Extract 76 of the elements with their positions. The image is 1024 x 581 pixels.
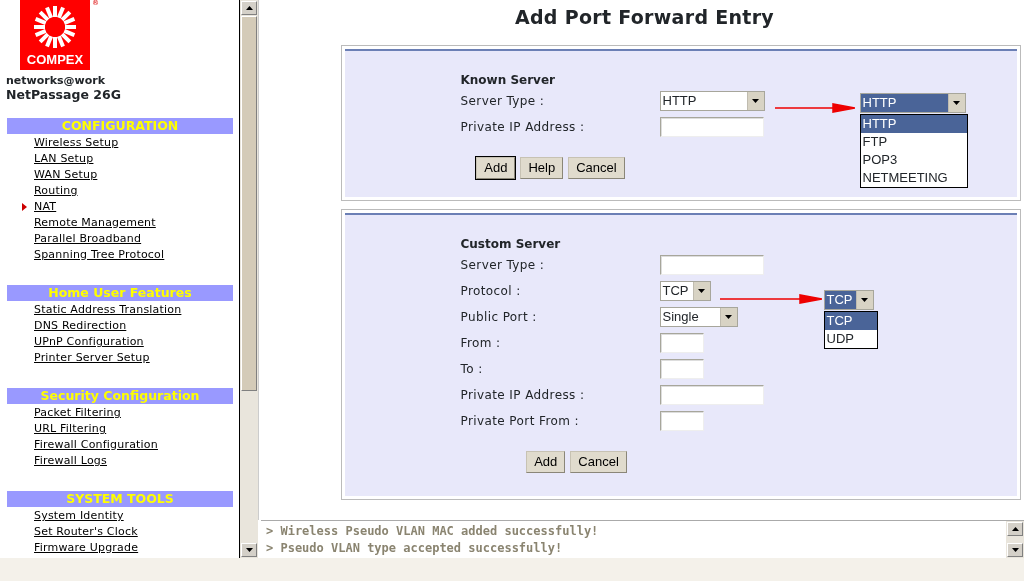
scroll-down-icon: [245, 548, 253, 552]
form-button[interactable]: Help: [520, 157, 564, 179]
nav-link[interactable]: WAN Setup: [34, 168, 98, 182]
product-name: NetPassage 26G: [6, 87, 122, 103]
select-field[interactable]: TCP: [659, 281, 711, 301]
input-field[interactable]: [659, 117, 764, 137]
dropdown-option[interactable]: POP3: [860, 151, 967, 169]
form-button[interactable]: Add: [526, 451, 566, 473]
nav-link[interactable]: Firewall Logs: [34, 454, 107, 468]
nav-link[interactable]: Firmware Upgrade: [34, 541, 139, 555]
form-button[interactable]: Cancel: [570, 451, 627, 473]
dropdown-arrow-icon: [861, 298, 868, 302]
nav-link[interactable]: Spanning Tree Protocol: [34, 248, 165, 262]
dropdown-arrow-icon: [953, 101, 960, 105]
dropdown-option[interactable]: HTTP: [860, 115, 967, 133]
field-label: Server Type :: [460, 93, 546, 110]
field-label: Public Port :: [460, 309, 538, 326]
nav-link[interactable]: LAN Setup: [34, 152, 94, 166]
input-field[interactable]: [659, 385, 764, 405]
scroll-down-icon: [1011, 548, 1019, 552]
nav-link[interactable]: Static Address Translation: [34, 303, 182, 317]
section-header: SYSTEM TOOLS: [7, 491, 233, 507]
section-title: Custom Server: [460, 237, 562, 251]
nav-link[interactable]: Remote Management: [34, 216, 156, 230]
log-line: > Pseudo VLAN type accepted successfully!: [266, 540, 564, 557]
section-header: Security Configuration: [7, 388, 233, 404]
nav-link[interactable]: Parallel Broadband: [34, 232, 142, 246]
scroll-up-icon: [1011, 527, 1019, 531]
dropdown-option[interactable]: FTP: [860, 133, 967, 151]
section-title: Known Server: [460, 73, 556, 87]
input-field[interactable]: [659, 255, 764, 275]
dropdown-option[interactable]: UDP: [824, 330, 877, 348]
nav-link[interactable]: Firewall Configuration: [34, 438, 158, 452]
open-select-field[interactable]: TCP: [823, 290, 874, 310]
log-line: > Wireless Pseudo VLAN MAC added successfully!: [266, 523, 600, 540]
form-button[interactable]: Cancel: [568, 157, 625, 179]
field-label: Private IP Address :: [460, 119, 586, 136]
form-button[interactable]: Add: [476, 157, 516, 179]
nav-link[interactable]: Routing: [34, 184, 78, 198]
nav-link[interactable]: System Identity: [34, 509, 124, 523]
nav-link[interactable]: Wireless Setup: [34, 136, 119, 150]
nav-link[interactable]: NAT: [34, 200, 57, 214]
nav-link[interactable]: Set Router's Clock: [34, 525, 138, 539]
dropdown-arrow-icon: [752, 99, 759, 103]
logo-text: COMPEX: [26, 53, 84, 67]
nav-link[interactable]: UPnP Configuration: [34, 335, 144, 349]
dropdown-arrow-icon: [698, 289, 705, 293]
field-label: To :: [460, 361, 484, 378]
input-field[interactable]: [659, 359, 704, 379]
tagline: networks@work: [6, 74, 107, 87]
field-label: Server Type :: [460, 257, 546, 274]
field-label: Private Port From :: [460, 413, 580, 430]
nav-link[interactable]: Printer Server Setup: [34, 351, 150, 365]
input-field[interactable]: [659, 333, 704, 353]
page-title: Add Port Forward Entry: [514, 5, 775, 29]
field-label: From :: [460, 335, 502, 352]
dropdown-arrow-icon: [725, 315, 732, 319]
nav-link[interactable]: DNS Redirection: [34, 319, 127, 333]
input-field[interactable]: [659, 411, 704, 431]
log-scrollbar[interactable]: [1006, 521, 1024, 558]
nav-link[interactable]: URL Filtering: [34, 422, 107, 436]
section-header: CONFIGURATION: [7, 118, 233, 134]
field-label: Protocol :: [460, 283, 522, 300]
select-field[interactable]: HTTP: [659, 91, 765, 111]
arrow-icon: [774, 102, 855, 113]
sunburst-icon: [33, 5, 77, 49]
scroll-up-icon: [245, 6, 253, 10]
nav-link[interactable]: Packet Filtering: [34, 406, 121, 420]
dropdown-option[interactable]: NETMEETING: [860, 169, 967, 187]
scrollbar[interactable]: [240, 0, 258, 558]
field-label: Private IP Address :: [460, 387, 586, 404]
arrow-icon: [719, 293, 822, 304]
select-field[interactable]: Single: [659, 307, 738, 327]
open-select-field[interactable]: HTTP: [859, 93, 966, 113]
dropdown-option[interactable]: TCP: [824, 312, 877, 330]
section-header: Home User Features: [7, 285, 233, 301]
